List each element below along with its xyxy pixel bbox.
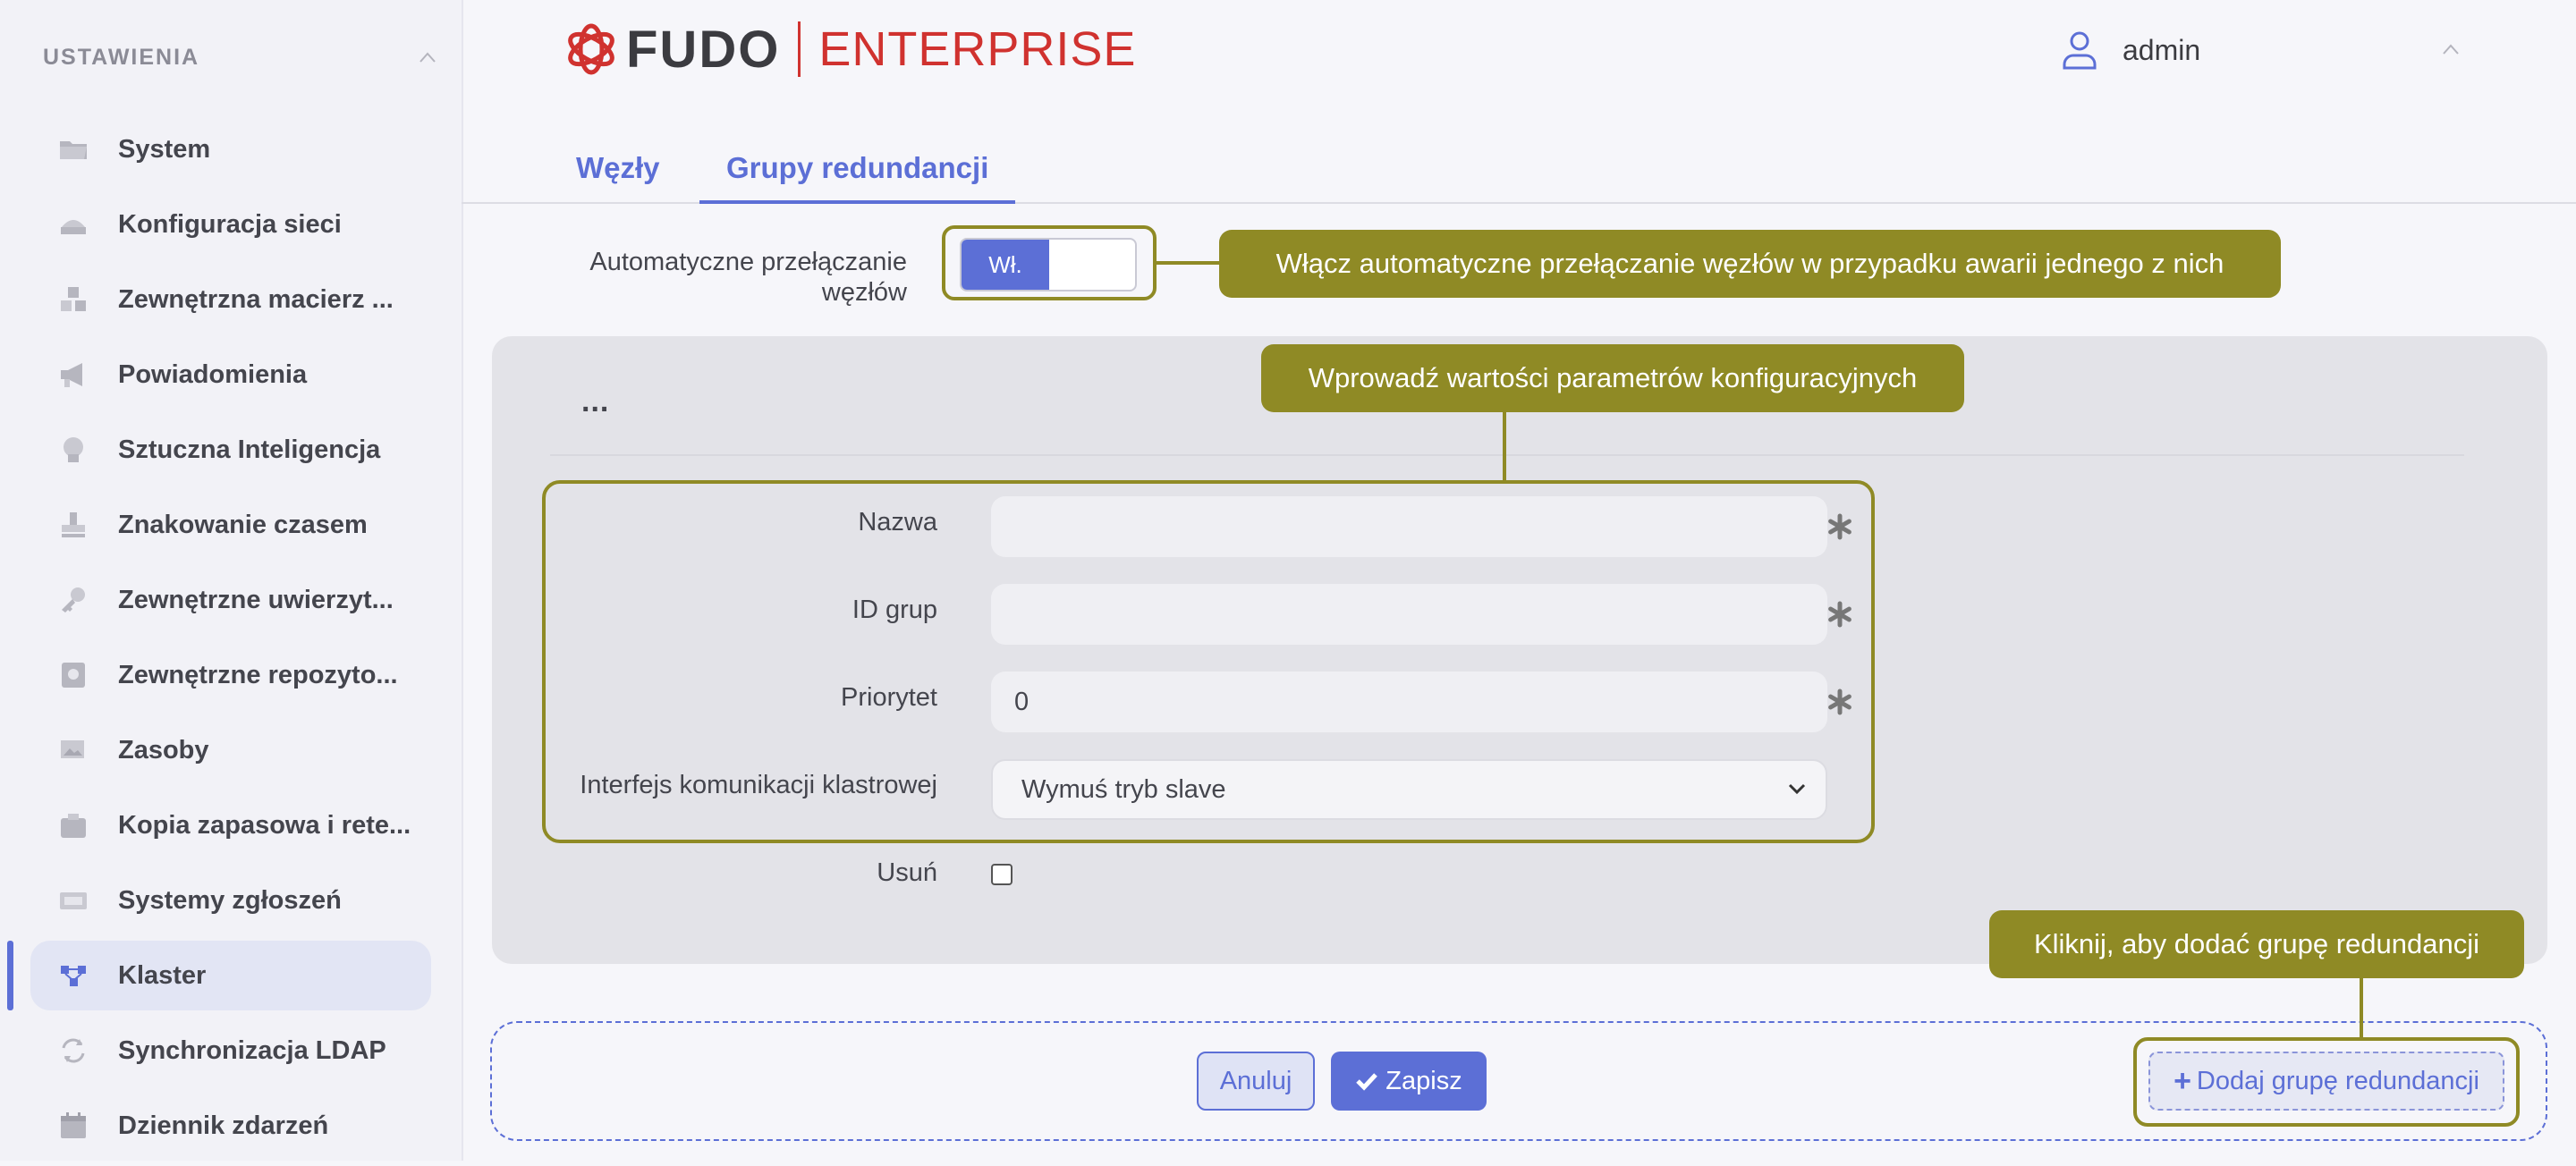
toggle-on-state: Wł. [962,240,1049,290]
cluster-interface-select[interactable]: Wymuś tryb slave [991,759,1827,820]
group-id-input[interactable] [991,584,1827,645]
sidebar-item-label: Systemy zgłoszeń [118,885,342,915]
sidebar-item-label: Zasoby [118,735,209,765]
sidebar-item-label: Zewnętrzna macierz ... [118,284,394,314]
user-icon [2063,31,2097,70]
sidebar-item-resources[interactable]: Zasoby [30,715,431,785]
user-menu[interactable]: admin [2062,30,2200,70]
sidebar-item-cluster[interactable]: Klaster [7,941,431,1010]
sidebar-item-backup[interactable]: Kopia zapasowa i rete... [30,790,431,860]
logo-secondary-text: ENTERPRISE [818,22,1137,76]
save-button-label: Zapisz [1385,1067,1462,1095]
delete-checkbox[interactable] [991,864,1013,885]
sidebar-item-label: Znakowanie czasem [118,510,368,539]
check-icon [1356,1073,1378,1091]
plus-icon: + [2174,1064,2191,1098]
callout-add-group: Kliknij, aby dodać grupę redundancji [1989,910,2524,978]
sidebar-item-label: Zewnętrzne repozyto... [118,660,398,689]
sidebar-item-external-repos[interactable]: Zewnętrzne repozyto... [30,640,431,710]
group-id-label: ID grup [852,596,937,624]
chevron-down-icon [1788,783,1806,795]
callout-connector [2360,978,2363,1037]
auto-switch-toggle[interactable]: Wł. [960,238,1137,292]
ticket-icon [57,884,89,917]
required-asterisk-icon [1828,601,1852,628]
delete-label: Usuń [877,858,937,887]
sidebar-item-label: Powiadomienia [118,359,308,389]
sidebar-item-label: Zewnętrzne uwierzyt... [118,585,394,614]
sidebar-item-label: System [118,134,211,164]
storage-icon [57,283,89,316]
name-label: Nazwa [858,508,937,537]
name-input[interactable] [991,496,1827,557]
priority-input[interactable]: 0 [991,672,1827,732]
sidebar-item-system[interactable]: System [30,114,431,184]
sidebar-item-network[interactable]: Konfiguracja sieci [30,190,431,259]
sidebar-item-label: Dziennik zdarzeń [118,1111,329,1140]
sidebar-item-external-auth[interactable]: Zewnętrzne uwierzyt... [30,565,431,635]
tab-bar: Węzły Grupy redundancji [462,143,2576,204]
add-redundancy-group-button[interactable]: + Dodaj grupę redundancji [2148,1052,2504,1111]
sidebar-item-label: Synchronizacja LDAP [118,1035,386,1065]
save-button[interactable]: Zapisz [1331,1052,1487,1111]
sidebar-header[interactable]: USTAWIENIA [43,41,436,73]
tab-redundancy-groups[interactable]: Grupy redundancji [699,143,1016,204]
required-asterisk-icon [1828,513,1852,540]
sidebar-title: USTAWIENIA [43,44,200,70]
callout-auto-switch: Włącz automatyczne przełączanie węzłów w… [1219,230,2281,298]
fudo-logo: FUDO ENTERPRISE [564,18,1136,80]
calendar-icon [57,1110,89,1142]
chevron-up-icon[interactable] [2442,43,2460,55]
callout-connector [1503,412,1506,480]
sidebar-menu: System Konfiguracja sieci Zewnętrzna mac… [0,114,462,1166]
sidebar-item-timestamping[interactable]: Znakowanie czasem [30,490,431,560]
auto-switch-label: Automatyczne przełączanie węzłów [589,248,907,307]
cluster-interface-value: Wymuś tryb slave [1021,775,1226,804]
sidebar-item-ldap-sync[interactable]: Synchronizacja LDAP [30,1016,431,1086]
sync-icon [57,1035,89,1067]
folder-icon [57,133,89,165]
sidebar-item-external-storage[interactable]: Zewnętrzna macierz ... [30,265,431,334]
network-icon [57,208,89,241]
sidebar-item-label: Konfiguracja sieci [118,209,342,239]
sidebar: USTAWIENIA System Konfiguracja sieci Zew… [0,0,463,1161]
vault-icon [57,659,89,691]
chevron-up-icon[interactable] [419,51,436,63]
images-icon [57,734,89,766]
logo-primary-text: FUDO [626,20,781,79]
logo-separator [798,21,801,77]
key-icon [57,584,89,616]
tab-nodes[interactable]: Węzły [576,143,660,202]
sidebar-item-label: Sztuczna Inteligencja [118,435,381,464]
user-name: admin [2123,33,2201,66]
sidebar-item-event-log[interactable]: Dziennik zdarzeń [30,1091,431,1161]
cluster-icon [57,959,89,992]
cancel-button[interactable]: Anuluj [1197,1052,1315,1111]
sidebar-item-notifications[interactable]: Powiadomienia [30,340,431,410]
sidebar-item-ai[interactable]: Sztuczna Inteligencja [30,415,431,485]
sidebar-item-label: Klaster [118,960,207,990]
add-group-label: Dodaj grupę redundancji [2196,1067,2479,1095]
sidebar-item-ticket-systems[interactable]: Systemy zgłoszeń [30,866,431,935]
callout-params: Wprowadź wartości parametrów konfiguracy… [1261,344,1964,412]
sidebar-item-label: Kopia zapasowa i rete... [118,810,411,840]
cluster-interface-label: Interfejs komunikacji klastrowej [580,771,937,799]
backup-icon [57,809,89,841]
fudo-logo-icon [568,23,614,75]
callout-connector [1157,261,1219,265]
priority-label: Priorytet [841,683,937,712]
brain-icon [57,434,89,466]
megaphone-icon [57,359,89,391]
required-asterisk-icon [1828,689,1852,715]
group-menu-button[interactable]: ... [581,384,609,419]
divider [550,454,2464,456]
stamp-icon [57,509,89,541]
